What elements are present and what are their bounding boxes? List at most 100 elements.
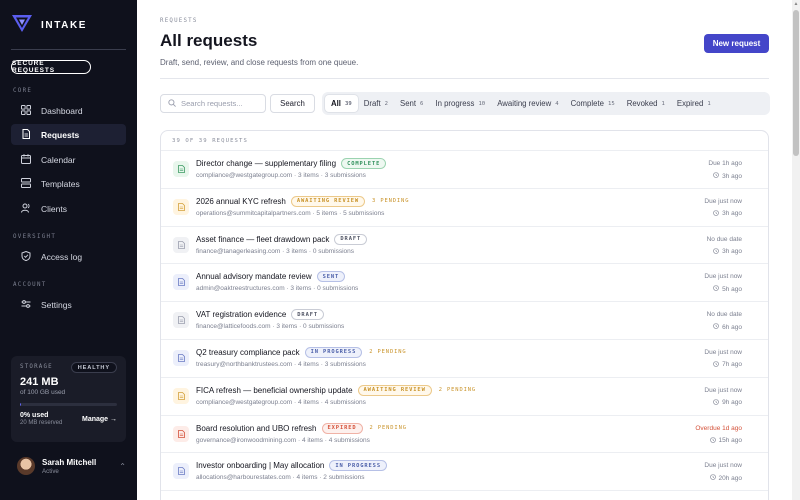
request-title[interactable]: 2026 annual KYC refresh	[196, 197, 286, 206]
pending-count: 2 PENDING	[369, 349, 407, 356]
secure-requests-button[interactable]: SECURE REQUESTS	[11, 60, 91, 74]
request-list: 39 OF 39 REQUESTS Director change — supp…	[160, 130, 769, 500]
status-badge: IN PROGRESS	[304, 346, 363, 358]
document-icon	[173, 425, 189, 442]
tab-count: 6	[420, 100, 424, 107]
status-badge: HEALTHY	[70, 362, 117, 373]
manage-storage-link[interactable]: Manage →	[82, 416, 117, 423]
brand[interactable]: INTAKE	[11, 13, 87, 38]
clock-icon	[709, 436, 716, 445]
calendar-icon	[21, 153, 31, 166]
table-row[interactable]: 2026 annual KYC refresh AWAITING REVIEW 3 …	[161, 189, 768, 227]
status-badge: EXPIRED	[321, 422, 363, 434]
tab-complete[interactable]: Complete 15	[565, 95, 621, 112]
pending-count: 2 PENDING	[438, 387, 477, 394]
clock-icon	[713, 398, 719, 407]
request-title[interactable]: Director change — supplementary filing	[196, 159, 336, 168]
clock-icon	[713, 361, 719, 369]
request-title[interactable]: Asset finance — fleet drawdown pack	[196, 235, 329, 244]
pending-count: 3 PENDING	[372, 198, 410, 205]
table-row[interactable]: Director change — supplementary filing CO…	[161, 151, 768, 189]
tab-expired[interactable]: Expired 1	[671, 95, 717, 112]
storage-reserved: 20 MB reserved	[20, 420, 63, 426]
due-status: Due just now	[704, 348, 742, 356]
nav-section-oversight: OVERSIGHT	[13, 234, 57, 240]
sidebar-item-settings[interactable]: Settings	[11, 294, 126, 315]
status-badge: SENT	[316, 271, 346, 283]
clock-icon	[713, 247, 719, 256]
status-badge: AWAITING REVIEW	[290, 195, 366, 207]
tab-revoked[interactable]: Revoked 1	[621, 95, 671, 112]
clock-icon	[713, 209, 719, 218]
request-title[interactable]: Q2 treasury compliance pack	[196, 348, 300, 357]
search-button[interactable]: Search	[270, 94, 315, 113]
table-row[interactable]: Investor onboarding | May allocation IN P…	[161, 453, 768, 492]
request-title[interactable]: Investor onboarding | May allocation	[196, 461, 324, 470]
item-count: 4 items	[301, 436, 323, 444]
status-badge: COMPLETE	[341, 158, 387, 169]
item-count: 3 items	[290, 285, 312, 293]
storage-card: STORAGE HEALTHY 241 MB of 100 GB used 0%…	[11, 356, 126, 442]
item-count: 3 items	[286, 247, 308, 255]
search-input[interactable]: Search requests...	[160, 94, 266, 113]
table-row[interactable]: Annual advisory mandate review SENT admin@…	[161, 264, 768, 303]
user-menu[interactable]: Sarah Mitchell Active ⌃	[11, 452, 126, 480]
tab-draft[interactable]: Draft 2	[358, 95, 394, 112]
submission-count: 4 submissions	[328, 436, 370, 444]
sidebar: INTAKE SECURE REQUESTS CORE Dashboard Re…	[0, 0, 137, 500]
sidebar-item-label: Requests	[41, 129, 80, 140]
submission-count: 0 submissions	[317, 285, 359, 293]
sidebar-item-clients[interactable]: Clients	[11, 198, 126, 219]
clock-icon	[709, 474, 716, 482]
updated-ago: 20h ago	[718, 474, 743, 482]
tab-label: Expired	[676, 99, 704, 108]
tab-in-progress[interactable]: In progress 10	[429, 95, 491, 112]
sidebar-item-requests[interactable]: Requests	[11, 124, 126, 145]
tab-awaiting-review[interactable]: Awaiting review 4	[491, 95, 564, 112]
document-icon	[173, 349, 189, 366]
sidebar-item-calendar[interactable]: Calendar	[11, 149, 126, 170]
request-title[interactable]: Annual advisory mandate review	[196, 272, 312, 281]
clock-icon	[713, 323, 719, 331]
document-icon	[21, 128, 31, 141]
tab-count: 39	[344, 100, 352, 107]
document-icon	[173, 312, 189, 329]
request-title[interactable]: Board resolution and UBO refresh	[196, 424, 317, 433]
shield-icon	[21, 250, 31, 263]
search-icon	[168, 98, 176, 109]
table-row[interactable]: Q2 treasury compliance pack IN PROGRESS 2 …	[161, 340, 768, 378]
document-icon	[173, 198, 189, 215]
table-row[interactable]: Asset finance — fleet drawdown pack DRAFT…	[161, 227, 768, 265]
list-count: 39 OF 39 REQUESTS	[161, 131, 768, 151]
scrollbar[interactable]: ▲	[792, 0, 800, 500]
status-badge: AWAITING REVIEW	[357, 384, 432, 396]
request-title[interactable]: FICA refresh — beneficial ownership upda…	[196, 386, 353, 395]
submission-count: 2 submissions	[323, 474, 365, 482]
updated-ago: 3h ago	[722, 172, 742, 180]
nav-section-core: CORE	[13, 88, 33, 94]
document-icon	[173, 236, 189, 253]
tab-count: 1	[661, 100, 665, 107]
due-status: No due date	[706, 235, 742, 243]
sidebar-item-dashboard[interactable]: Dashboard	[11, 100, 126, 121]
logo-icon	[11, 13, 33, 38]
request-title[interactable]: VAT registration evidence	[196, 310, 286, 319]
submission-count: 5 submissions	[343, 209, 385, 217]
sidebar-item-access-log[interactable]: Access log	[11, 246, 126, 267]
table-row[interactable]: FICA refresh — beneficial ownership upda…	[161, 378, 768, 416]
table-row[interactable]: VAT registration evidence DRAFT finance@la…	[161, 302, 768, 340]
client-email: operations@summitcapitalpartners.com	[196, 209, 311, 217]
new-request-button[interactable]: New request	[704, 34, 769, 53]
item-count: 3 items	[297, 172, 319, 179]
updated-ago: 3h ago	[722, 248, 742, 256]
table-row[interactable]: Board resolution and UBO refresh EXPIRED 2…	[161, 416, 768, 454]
client-email: allocations@harbourestates.com	[196, 474, 291, 482]
tab-sent[interactable]: Sent 6	[394, 95, 429, 112]
search-placeholder: Search requests...	[181, 99, 243, 108]
scroll-up-icon[interactable]: ▲	[792, 0, 800, 8]
scrollbar-thumb[interactable]	[793, 10, 799, 156]
main-content: REQUESTS All requests Draft, send, revie…	[137, 0, 800, 500]
sidebar-item-templates[interactable]: Templates	[11, 173, 126, 194]
tab-all[interactable]: All 39	[325, 95, 358, 112]
breadcrumb: REQUESTS	[160, 18, 198, 24]
